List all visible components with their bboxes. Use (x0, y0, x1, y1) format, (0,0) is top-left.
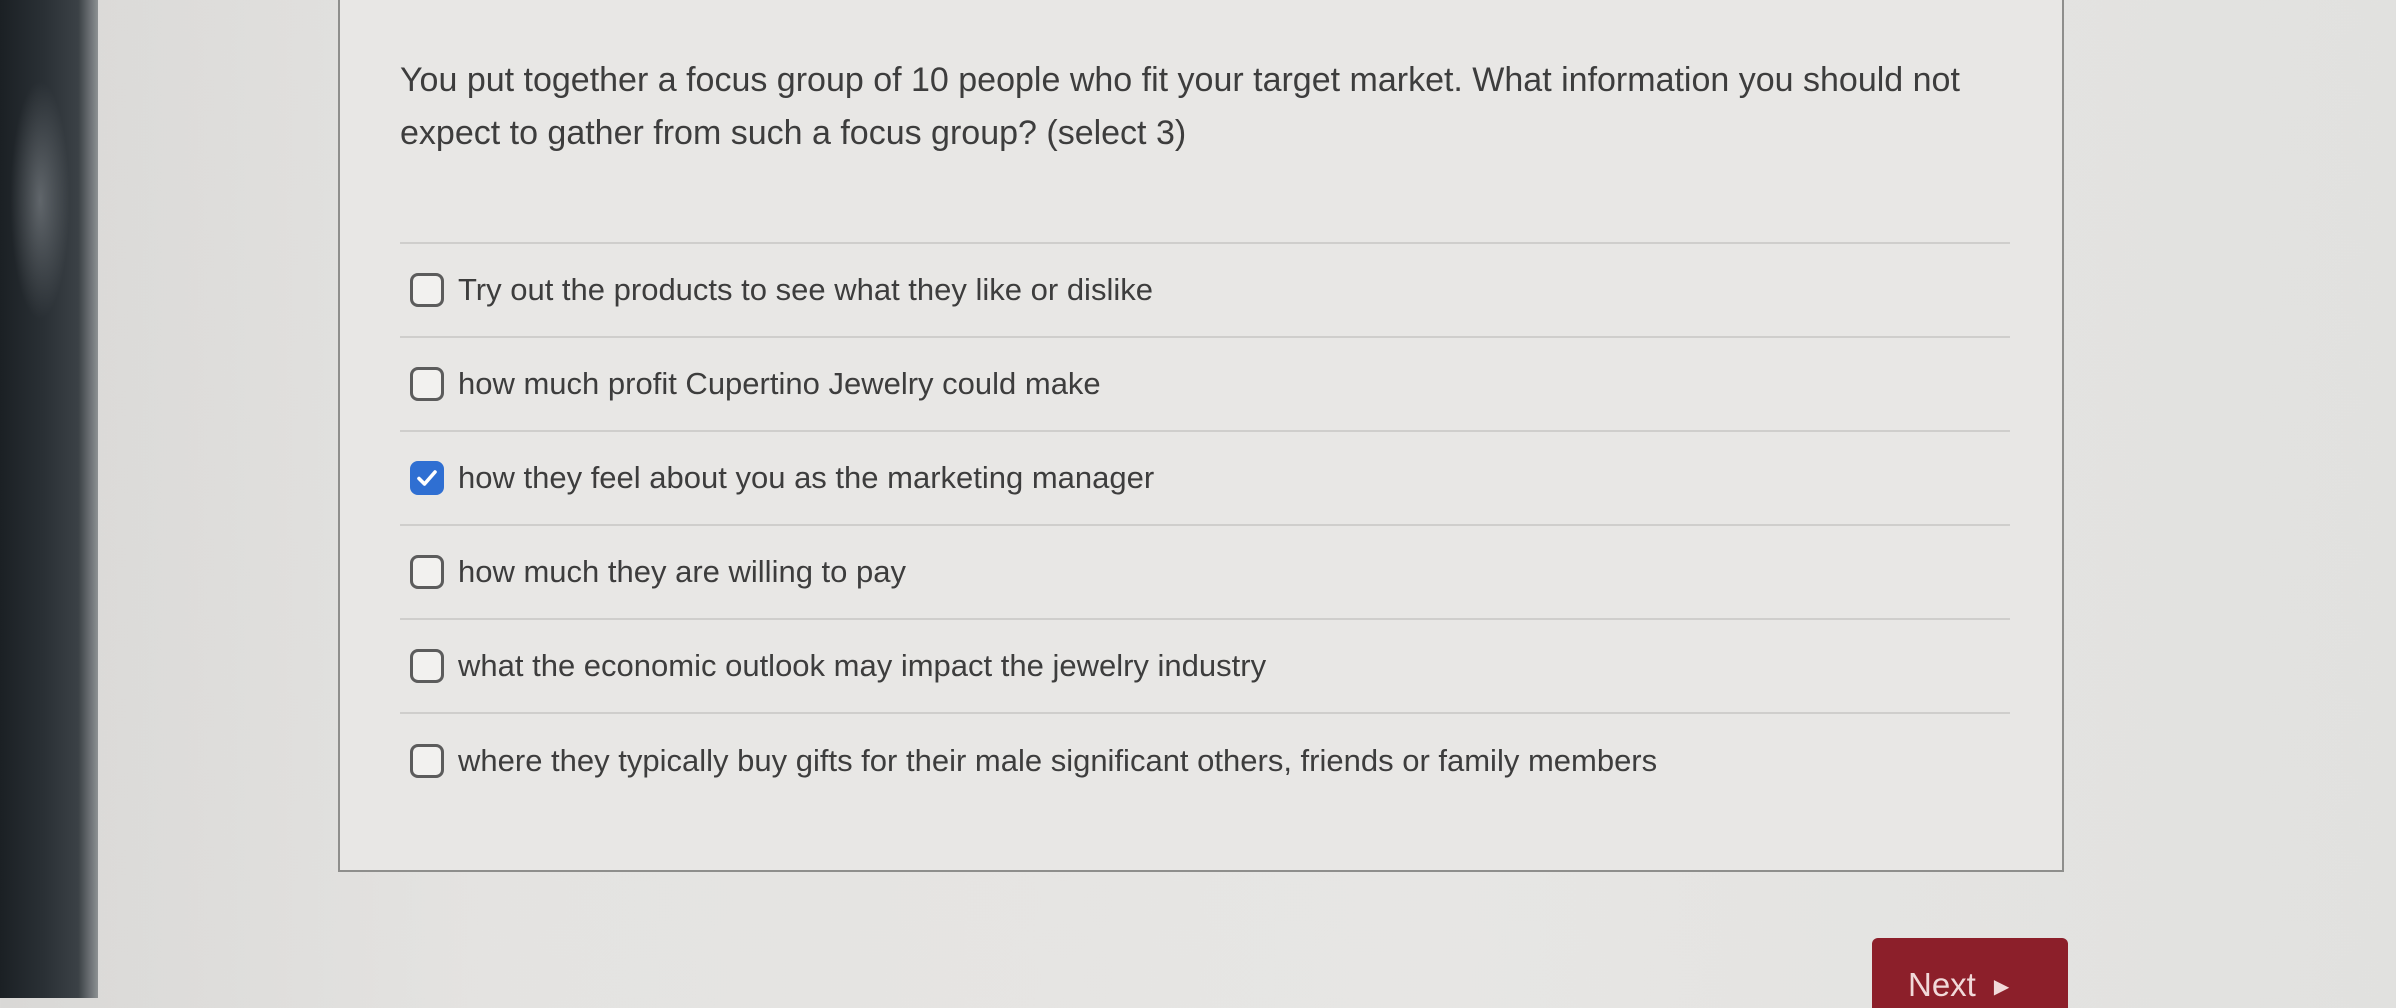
option-row[interactable]: Try out the products to see what they li… (400, 244, 2010, 338)
option-row[interactable]: how much profit Cupertino Jewelry could … (400, 338, 2010, 432)
option-row[interactable]: how they feel about you as the marketing… (400, 432, 2010, 526)
checkbox[interactable] (410, 367, 444, 401)
checkbox[interactable] (410, 273, 444, 307)
question-card: You put together a focus group of 10 peo… (338, 0, 2064, 872)
play-arrow-icon: ▶ (1994, 974, 2009, 999)
next-button-label: Next (1908, 966, 1976, 1004)
option-label: what the economic outlook may impact the… (458, 648, 1266, 684)
option-label: how they feel about you as the marketing… (458, 460, 1154, 496)
monitor-bezel (0, 0, 98, 998)
checkbox[interactable] (410, 555, 444, 589)
option-label: how much profit Cupertino Jewelry could … (458, 366, 1101, 402)
option-label: Try out the products to see what they li… (458, 272, 1153, 308)
option-row[interactable]: where they typically buy gifts for their… (400, 714, 2010, 808)
checkmark-icon (414, 465, 440, 491)
option-label: how much they are willing to pay (458, 554, 906, 590)
option-row[interactable]: what the economic outlook may impact the… (400, 620, 2010, 714)
option-label: where they typically buy gifts for their… (458, 743, 1657, 779)
question-text: You put together a focus group of 10 peo… (400, 54, 1960, 160)
screen-glare (10, 80, 70, 320)
checkbox[interactable] (410, 649, 444, 683)
option-row[interactable]: how much they are willing to pay (400, 526, 2010, 620)
checkbox-checked[interactable] (410, 461, 444, 495)
answer-options: Try out the products to see what they li… (400, 242, 2010, 808)
checkbox[interactable] (410, 744, 444, 778)
